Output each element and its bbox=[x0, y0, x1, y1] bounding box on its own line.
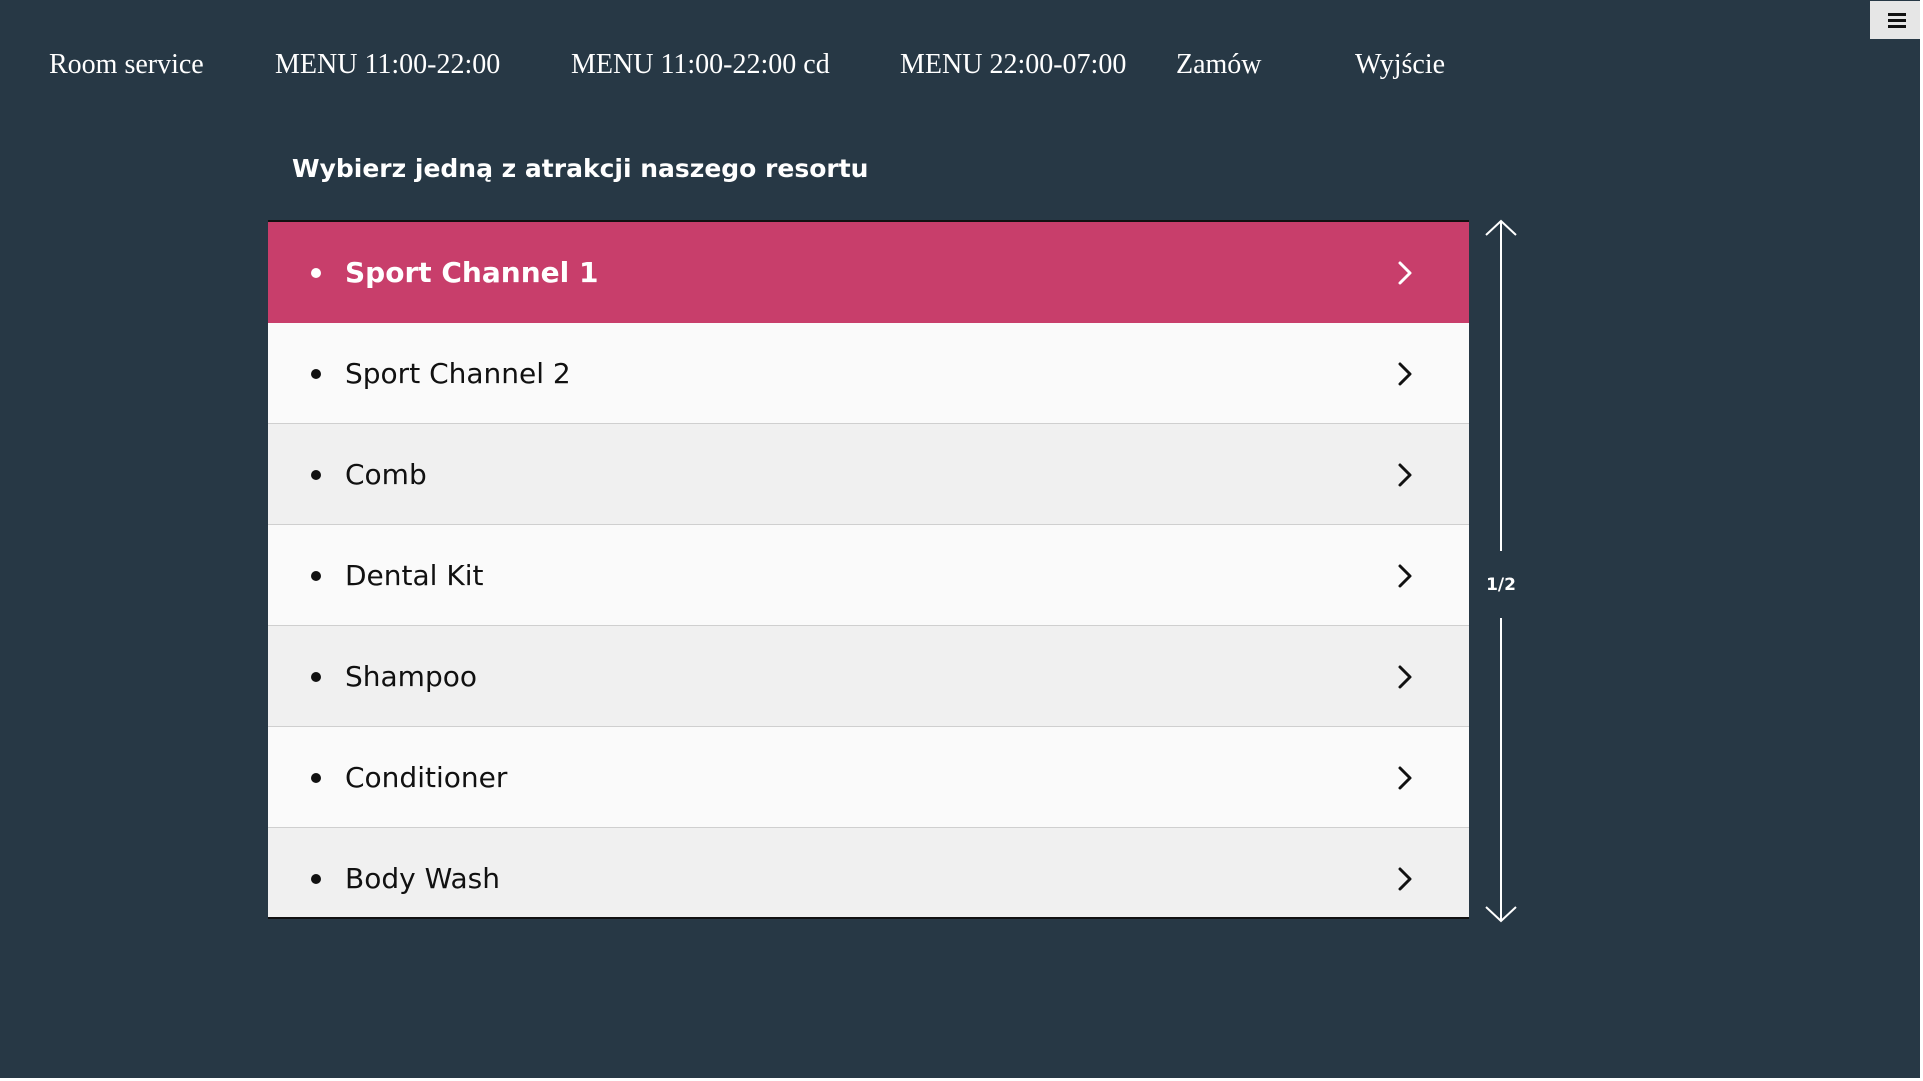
list-item[interactable]: Conditioner bbox=[268, 727, 1469, 828]
bullet-icon bbox=[311, 369, 321, 379]
list-item[interactable]: Comb bbox=[268, 424, 1469, 525]
list-item-label: Shampoo bbox=[345, 660, 477, 693]
chevron-right-icon bbox=[1398, 867, 1412, 891]
nav-item-menu-day-continued[interactable]: MENU 11:00-22:00 cd bbox=[571, 48, 830, 82]
bullet-icon bbox=[311, 874, 321, 884]
chevron-right-icon bbox=[1398, 463, 1412, 487]
list-item-label: Sport Channel 1 bbox=[345, 256, 599, 289]
top-navigation: Room service MENU 11:00-22:00 MENU 11:00… bbox=[0, 0, 1920, 134]
list-item[interactable]: Shampoo bbox=[268, 626, 1469, 727]
list-item[interactable]: Sport Channel 2 bbox=[268, 323, 1469, 424]
hamburger-icon-bar bbox=[1888, 19, 1906, 22]
bullet-icon bbox=[311, 470, 321, 480]
list-item[interactable]: Dental Kit bbox=[268, 525, 1469, 626]
hamburger-icon-bar bbox=[1888, 25, 1906, 28]
list-item-label: Conditioner bbox=[345, 761, 508, 794]
bullet-icon bbox=[311, 268, 321, 278]
attraction-list: Sport Channel 1 Sport Channel 2 Comb Den… bbox=[268, 220, 1469, 919]
list-item-label: Sport Channel 2 bbox=[345, 357, 571, 390]
chevron-right-icon bbox=[1398, 362, 1412, 386]
arrow-up-icon[interactable] bbox=[1481, 218, 1521, 551]
list-item-label: Body Wash bbox=[345, 862, 500, 895]
bullet-icon bbox=[311, 773, 321, 783]
arrow-down-icon[interactable] bbox=[1481, 618, 1521, 924]
chevron-right-icon bbox=[1398, 665, 1412, 689]
nav-item-menu-night[interactable]: MENU 22:00-07:00 bbox=[900, 48, 1126, 82]
list-item-label: Dental Kit bbox=[345, 559, 484, 592]
nav-item-room-service[interactable]: Room service bbox=[49, 48, 204, 82]
bullet-icon bbox=[311, 672, 321, 682]
chevron-right-icon bbox=[1398, 261, 1412, 285]
nav-item-exit[interactable]: Wyjście bbox=[1355, 48, 1445, 82]
chevron-right-icon bbox=[1398, 766, 1412, 790]
pager-track bbox=[1481, 218, 1521, 924]
list-item[interactable]: Sport Channel 1 bbox=[268, 222, 1469, 323]
list-item-label: Comb bbox=[345, 458, 427, 491]
list-item[interactable]: Body Wash bbox=[268, 828, 1469, 917]
hamburger-icon bbox=[1888, 13, 1906, 16]
app-screen: Room service MENU 11:00-22:00 MENU 11:00… bbox=[0, 0, 1920, 1078]
chevron-right-icon bbox=[1398, 564, 1412, 588]
menu-button[interactable] bbox=[1870, 1, 1920, 39]
nav-item-order[interactable]: Zamów bbox=[1176, 48, 1262, 82]
pager-scrollbar: 1/2 bbox=[1476, 218, 1526, 924]
bullet-icon bbox=[311, 571, 321, 581]
page-heading: Wybierz jedną z atrakcji naszego resortu bbox=[292, 154, 869, 183]
nav-item-menu-day[interactable]: MENU 11:00-22:00 bbox=[275, 48, 500, 82]
page-indicator: 1/2 bbox=[1486, 575, 1516, 595]
